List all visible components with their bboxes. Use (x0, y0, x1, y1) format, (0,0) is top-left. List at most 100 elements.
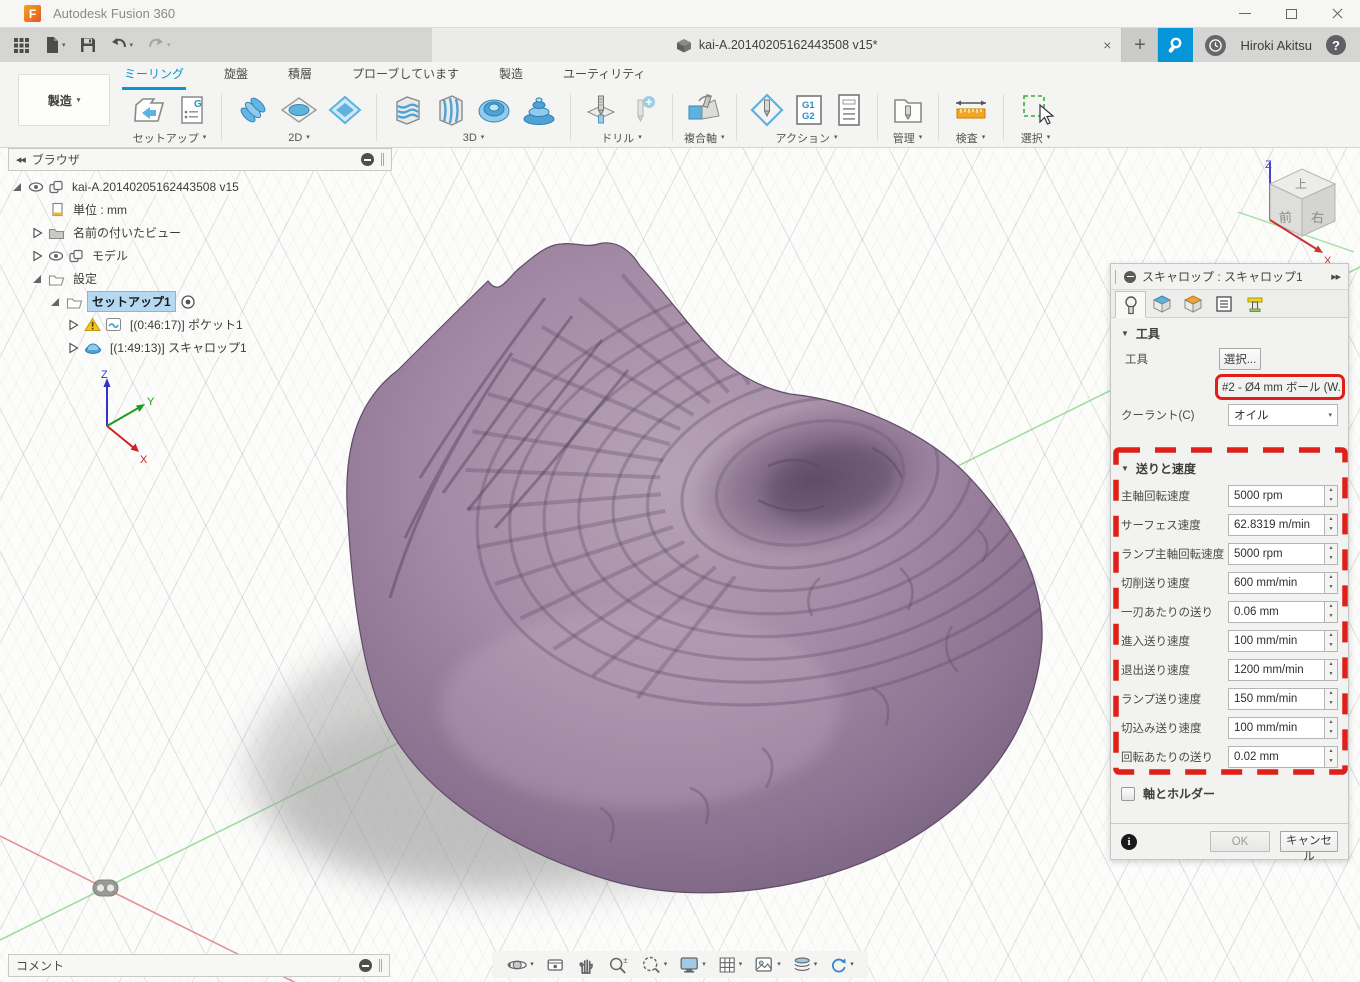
spin-down-button[interactable]: ▼ (1325, 670, 1337, 680)
spin-down-button[interactable]: ▼ (1325, 612, 1337, 622)
tree-row-settings[interactable]: 設定 (10, 267, 251, 290)
2d-adaptive-button[interactable] (233, 92, 273, 128)
dialog-tab-linking[interactable] (1239, 290, 1270, 317)
workspace-selector[interactable]: 製造 ▾ (18, 74, 110, 126)
minimize-button[interactable] (1222, 0, 1268, 27)
browser-panel-header[interactable]: ◀◀ ブラウザ (8, 148, 392, 171)
spin-up-button[interactable]: ▲ (1325, 486, 1337, 496)
spin-down-button[interactable]: ▼ (1325, 496, 1337, 506)
spin-up-button[interactable]: ▲ (1325, 747, 1337, 757)
spin-up-button[interactable]: ▲ (1325, 660, 1337, 670)
group-label-select[interactable]: 選択▾ (1021, 129, 1051, 146)
spin-down-button[interactable]: ▼ (1325, 728, 1337, 738)
tab-inspection[interactable]: プローブしています (350, 61, 461, 90)
refresh-button[interactable]: ▾ (824, 953, 858, 977)
cutting-feedrate-input[interactable] (1228, 572, 1324, 594)
tree-row-units[interactable]: 単位 : mm (10, 198, 251, 221)
browser-resize-grip[interactable] (381, 153, 384, 166)
tool-section-header[interactable]: ▼ 工具 (1111, 318, 1348, 346)
lead-out-feedrate-input[interactable] (1228, 659, 1324, 681)
dialog-tab-geometry[interactable] (1146, 290, 1177, 317)
tree-row-scallop1[interactable]: [(1:49:13)] スキャロップ1 (10, 336, 251, 359)
group-label-3d[interactable]: 3D▾ (463, 129, 485, 146)
coolant-dropdown[interactable]: オイル ▾ (1228, 404, 1338, 426)
file-menu-button[interactable]: ▾ (39, 33, 71, 57)
dialog-tab-heights[interactable] (1177, 290, 1208, 317)
3d-spiral-button[interactable] (519, 92, 559, 128)
spin-down-button[interactable]: ▼ (1325, 641, 1337, 651)
group-label-2d[interactable]: 2D▾ (288, 129, 310, 146)
tab-additive[interactable]: 積層 (286, 61, 314, 90)
3d-scallop-button[interactable] (474, 92, 514, 128)
tree-row-named-views[interactable]: 名前の付いたビュー (10, 221, 251, 244)
spin-up-button[interactable]: ▲ (1325, 718, 1337, 728)
dialog-expand-icon[interactable]: ▶▶ (1331, 273, 1340, 281)
ncprogram-button[interactable]: G (174, 92, 210, 128)
tree-pocket1-label[interactable]: [(0:46:17)] ポケット1 (126, 315, 247, 334)
expanded-arrow-icon[interactable] (30, 272, 44, 286)
tree-row-root[interactable]: kai-A.20140205162443508 v15 (10, 175, 251, 198)
group-label-manage[interactable]: 管理▾ (893, 129, 923, 146)
3d-adaptive-button[interactable] (388, 91, 426, 129)
expanded-arrow-icon[interactable] (48, 295, 62, 309)
spin-down-button[interactable]: ▼ (1325, 699, 1337, 709)
orbit-button[interactable]: ▾ (502, 953, 538, 977)
spindle-speed-input[interactable] (1228, 485, 1324, 507)
cancel-button[interactable]: キャンセル (1280, 831, 1338, 852)
tree-row-setup1[interactable]: セットアップ1 (10, 290, 251, 313)
undo-button[interactable]: ▾ (105, 34, 139, 56)
document-tab-close[interactable]: × (1103, 37, 1111, 53)
spin-up-button[interactable]: ▲ (1325, 573, 1337, 583)
comment-minimize-icon[interactable] (359, 959, 372, 972)
origin-marker[interactable] (93, 880, 118, 896)
grid-snaps-button[interactable]: ▾ (713, 953, 747, 977)
eye-icon[interactable] (28, 180, 44, 194)
look-at-button[interactable] (541, 953, 569, 977)
select-button[interactable] (1015, 91, 1057, 129)
ramp-feedrate-input[interactable] (1228, 688, 1324, 710)
tab-turning[interactable]: 旋盤 (222, 61, 250, 90)
redo-button[interactable]: ▾ (142, 34, 176, 56)
browser-minimize-icon[interactable] (361, 153, 374, 166)
lead-in-feedrate-input[interactable] (1228, 630, 1324, 652)
new-setup-button[interactable] (129, 92, 169, 128)
eye-icon[interactable] (48, 249, 64, 263)
group-label-actions[interactable]: アクション▾ (776, 129, 838, 146)
ammonite-model[interactable] (347, 198, 1188, 892)
tab-utilities[interactable]: ユーティリティ (561, 61, 648, 90)
browser-collapse-icon[interactable]: ◀◀ (16, 156, 25, 164)
feed-per-revolution-input[interactable] (1228, 746, 1324, 768)
job-status-button[interactable] (1158, 28, 1193, 62)
spin-up-button[interactable]: ▲ (1325, 515, 1337, 525)
comment-resize-grip[interactable] (379, 959, 382, 972)
app-grid-button[interactable] (8, 34, 35, 57)
ramp-spindle-speed-input[interactable] (1228, 543, 1324, 565)
expanded-arrow-icon[interactable] (10, 180, 24, 194)
info-icon[interactable]: i (1121, 834, 1137, 850)
close-button[interactable] (1314, 0, 1360, 27)
user-menu[interactable]: Hiroki Akitsu (1240, 38, 1312, 53)
spin-down-button[interactable]: ▼ (1325, 583, 1337, 593)
spin-up-button[interactable]: ▲ (1325, 689, 1337, 699)
spin-down-button[interactable]: ▼ (1325, 757, 1337, 767)
multiaxis-button[interactable] (684, 91, 724, 129)
spin-up-button[interactable]: ▲ (1325, 602, 1337, 612)
visual-style-button[interactable]: ▾ (788, 953, 822, 977)
simulate-button[interactable] (748, 91, 786, 129)
dialog-header[interactable]: スキャロップ : スキャロップ1 ▶▶ (1111, 264, 1348, 290)
group-label-inspect[interactable]: 検査▾ (956, 129, 986, 146)
spin-down-button[interactable]: ▼ (1325, 554, 1337, 564)
tree-row-model[interactable]: モデル (10, 244, 251, 267)
tree-units-label[interactable]: 単位 : mm (69, 200, 131, 219)
tree-settings-label[interactable]: 設定 (69, 269, 101, 288)
feeds-section-header[interactable]: ▼ 送りと速度 (1111, 456, 1348, 481)
surface-speed-input[interactable] (1228, 514, 1324, 536)
help-button[interactable]: ? (1326, 35, 1346, 55)
drill-button[interactable] (582, 91, 620, 129)
feed-per-tooth-input[interactable] (1228, 601, 1324, 623)
tool-select-button[interactable]: 選択... (1219, 348, 1261, 370)
tree-scallop1-label[interactable]: [(1:49:13)] スキャロップ1 (106, 338, 251, 357)
ok-button[interactable]: OK (1210, 831, 1270, 852)
group-label-setup[interactable]: セットアップ▾ (133, 129, 207, 146)
new-document-tab-button[interactable]: + (1122, 28, 1158, 62)
